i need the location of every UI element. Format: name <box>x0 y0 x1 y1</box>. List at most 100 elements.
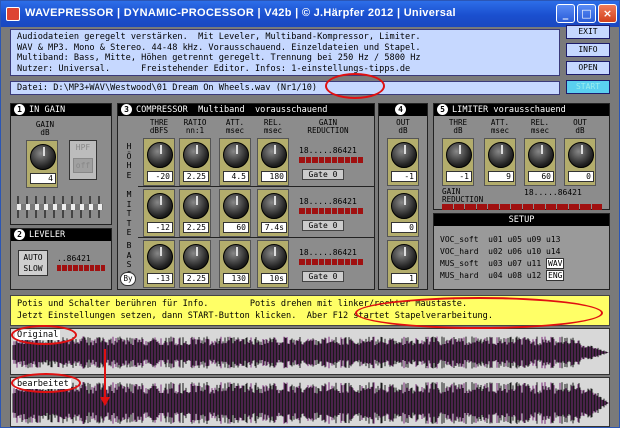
knob[interactable] <box>261 244 287 270</box>
window-title: WAVEPRESSOR | DYNAMIC-PROCESSOR | V42b |… <box>25 7 456 19</box>
file-path-bar: Datei: D:\MP3+WAV\Westwood\01 Dream On W… <box>10 81 560 95</box>
in-gain-title: IN GAIN <box>29 105 66 115</box>
mitte-gr-scale: 18.....86421 <box>299 197 357 206</box>
bypass-button[interactable]: By <box>120 272 136 286</box>
knob[interactable] <box>446 142 472 168</box>
lim-rel-value: 60 <box>528 171 554 182</box>
lim-out-knob[interactable]: 0 <box>564 138 596 186</box>
gain-unit: dB <box>40 128 50 137</box>
knob[interactable] <box>223 193 249 219</box>
file-path: Datei: D:\MP3+WAV\Westwood\01 Dream On W… <box>17 83 271 93</box>
knob[interactable] <box>223 142 249 168</box>
preset-u14[interactable]: u14 <box>546 247 560 256</box>
knob[interactable] <box>391 244 417 270</box>
lim-unit-thre: dB <box>453 126 463 135</box>
knob[interactable] <box>391 193 417 219</box>
in-gain-knob[interactable] <box>30 144 56 170</box>
lim-rel-knob[interactable]: 60 <box>524 138 556 186</box>
knob[interactable] <box>183 193 209 219</box>
leveler-header: 2 LEVELER <box>11 229 111 241</box>
preset-u03[interactable]: u03 <box>488 259 502 268</box>
file-counter: (Nr1/10) <box>275 83 318 93</box>
hoehe-rel-knob[interactable]: 180 <box>257 138 289 186</box>
info-button[interactable]: INFO <box>566 43 610 57</box>
wav-button[interactable]: WAV <box>546 258 565 269</box>
knob[interactable] <box>183 142 209 168</box>
mitte-rel-knob[interactable]: 7.4s <box>257 189 289 237</box>
knob[interactable] <box>147 193 173 219</box>
preset-u12[interactable]: u12 <box>527 271 541 280</box>
lim-unit-out: dB <box>575 126 585 135</box>
mitte-att-value: 60 <box>223 222 249 233</box>
leveler-meter-scale: ..86421 <box>57 254 91 263</box>
preset-u07[interactable]: u07 <box>507 259 521 268</box>
maximize-button[interactable]: □ <box>577 4 596 23</box>
lim-gr-scale: 18.....86421 <box>524 188 582 197</box>
hoehe-ratio-knob[interactable]: 2.25 <box>179 138 211 186</box>
knob[interactable] <box>223 244 249 270</box>
auto-slow-button[interactable]: AUTO SLOW <box>18 250 48 276</box>
preset-u04[interactable]: u04 <box>488 271 502 280</box>
lim-att-knob[interactable]: 9 <box>484 138 516 186</box>
leveler-title: LEVELER <box>29 230 66 240</box>
annotation-circle-processed <box>11 373 81 393</box>
bass-thre-knob[interactable]: -13 <box>143 240 175 288</box>
auto-label: AUTO <box>23 253 43 262</box>
open-button[interactable]: OPEN <box>566 61 610 75</box>
knob[interactable] <box>391 142 417 168</box>
knob[interactable] <box>147 244 173 270</box>
minimize-button[interactable]: _ <box>556 4 575 23</box>
knob[interactable] <box>147 142 173 168</box>
mitte-thre-knob[interactable]: -12 <box>143 189 175 237</box>
eng-button[interactable]: ENG <box>546 270 565 281</box>
exit-button[interactable]: EXIT <box>566 25 610 39</box>
preset-u08[interactable]: u08 <box>507 271 521 280</box>
slider-track[interactable] <box>17 204 103 210</box>
setup-row: MUS_hard u04 u08 u12 ENG <box>440 270 565 282</box>
preset-u09[interactable]: u09 <box>527 235 541 244</box>
hpf-toggle[interactable]: HPF off <box>69 140 97 180</box>
knob[interactable] <box>568 142 594 168</box>
bass-ratio-knob[interactable]: 2.25 <box>179 240 211 288</box>
bass-rel-knob[interactable]: 10s <box>257 240 289 288</box>
band-name-hoehe: HÖHE <box>126 142 132 180</box>
knob[interactable] <box>261 193 287 219</box>
bass-att-knob[interactable]: 130 <box>219 240 251 288</box>
knob[interactable] <box>183 244 209 270</box>
preset-u10[interactable]: u10 <box>527 247 541 256</box>
out-mitte-knob[interactable]: 0 <box>387 189 419 237</box>
hoehe-att-knob[interactable]: 4.5 <box>219 138 251 186</box>
bass-gate-button[interactable]: Gate 0 <box>302 271 344 282</box>
preset-u06[interactable]: u06 <box>507 247 521 256</box>
compressor-header: 3 COMPRESSOR Multiband vorausschauend <box>118 104 374 116</box>
slow-label: SLOW <box>23 264 43 273</box>
out-bass-knob[interactable]: 1 <box>387 240 419 288</box>
mitte-ratio-knob[interactable]: 2.25 <box>179 189 211 237</box>
hoehe-thre-knob[interactable]: -20 <box>143 138 175 186</box>
knob[interactable] <box>261 142 287 168</box>
in-gain-knob-cell[interactable]: 4 <box>26 140 58 188</box>
unit-att: msec <box>225 126 245 135</box>
mitte-gate-button[interactable]: Gate 0 <box>302 220 344 231</box>
mitte-att-knob[interactable]: 60 <box>219 189 251 237</box>
close-button[interactable]: × <box>598 4 617 23</box>
lim-thre-knob[interactable]: -1 <box>442 138 474 186</box>
start-button[interactable]: START <box>566 80 610 94</box>
knob[interactable] <box>528 142 554 168</box>
preset-u05[interactable]: u05 <box>507 235 521 244</box>
annotation-circle-f12 <box>355 297 603 329</box>
badge-5: 5 <box>437 104 448 115</box>
out-hoehe-knob[interactable]: -1 <box>387 138 419 186</box>
hoehe-gate-button[interactable]: Gate 0 <box>302 169 344 180</box>
lim-reduction-label: REDUCTION <box>442 195 484 204</box>
preset-u13[interactable]: u13 <box>546 235 560 244</box>
lim-unit-att: msec <box>490 126 510 135</box>
hoehe-ratio-value: 2.25 <box>183 171 209 182</box>
preset-u11[interactable]: u11 <box>527 259 541 268</box>
app-window: WAVEPRESSOR | DYNAMIC-PROCESSOR | V42b |… <box>0 0 620 428</box>
compressor-title: COMPRESSOR Multiband vorausschauend <box>136 105 328 115</box>
preset-u01[interactable]: u01 <box>488 235 502 244</box>
preset-u02[interactable]: u02 <box>488 247 502 256</box>
title-bar[interactable]: WAVEPRESSOR | DYNAMIC-PROCESSOR | V42b |… <box>1 1 619 27</box>
knob[interactable] <box>488 142 514 168</box>
